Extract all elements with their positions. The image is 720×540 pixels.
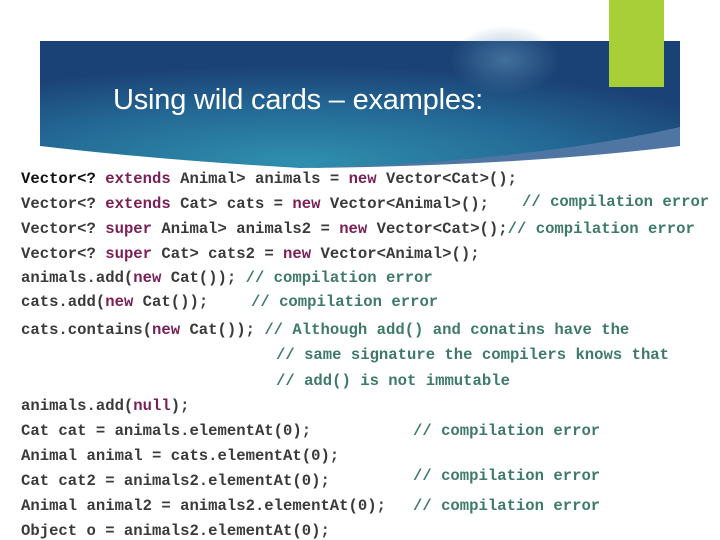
code-text: cats.add(: [21, 293, 106, 311]
code-comment: // Although add() and conatins have the: [264, 321, 630, 339]
code-side-comment: // compilation error: [413, 422, 601, 440]
code-text: Animal> animals2 =: [152, 220, 340, 238]
code-text: cats.contains(: [21, 321, 153, 339]
code-line: animals.add(new Cat()); // compilation e…: [21, 269, 433, 287]
code-line: Object o = animals2.elementAt(0);: [21, 522, 330, 540]
code-text: Vector<?: [21, 195, 106, 213]
code-text: Animal animal2 = animals2.elementAt(0);: [21, 497, 386, 515]
code-text: Cat());: [133, 293, 209, 311]
code-keyword: new: [152, 321, 181, 339]
code-text: Cat cat = animals.elementAt(0);: [21, 422, 312, 440]
code-line: cats.add(new Cat());: [21, 293, 208, 311]
code-text: Cat> cats =: [170, 195, 293, 213]
code-keyword: super: [105, 245, 153, 263]
code-block: Vector<? extends Animal> animals = new V…: [0, 0, 720, 540]
code-comment: // compilation error: [507, 220, 695, 238]
code-line: animals.add(null);: [21, 397, 189, 415]
code-line: // same signature the compilers knows th…: [276, 346, 669, 364]
code-text: Vector<?: [21, 170, 106, 188]
code-line: Cat cat = animals.elementAt(0);: [21, 422, 311, 440]
code-line: Animal animal2 = animals2.elementAt(0);: [21, 497, 386, 515]
code-text: Cat cat2 = animals2.elementAt(0);: [21, 472, 330, 490]
code-text: animals.add(: [21, 397, 134, 415]
code-text: Vector<Animal>();: [311, 245, 480, 263]
code-keyword: new: [133, 269, 162, 287]
code-comment: // add() is not immutable: [276, 372, 510, 390]
code-text: Cat());: [161, 269, 246, 287]
code-text: Object o = animals2.elementAt(0);: [21, 522, 330, 540]
code-text: Animal animal = cats.elementAt(0);: [21, 447, 340, 465]
code-line: Vector<? super Cat> cats2 = new Vector<A…: [21, 245, 480, 263]
code-side-comment: // compilation error: [413, 467, 601, 485]
code-line: cats.contains(new Cat()); // Although ad…: [21, 321, 629, 339]
code-side-comment: // compilation error: [413, 497, 601, 515]
code-line: Vector<? extends Cat> cats = new Vector<…: [21, 195, 489, 213]
code-text: animals.add(: [21, 269, 134, 287]
code-text: Vector<Animal>();: [320, 195, 489, 213]
code-text: Animal> animals =: [170, 170, 349, 188]
code-text: Cat());: [180, 321, 265, 339]
code-line: // add() is not immutable: [276, 372, 510, 390]
code-line: Cat cat2 = animals2.elementAt(0);: [21, 472, 330, 490]
code-comment: // same signature the compilers knows th…: [276, 346, 670, 364]
code-line: Vector<? extends Animal> animals = new V…: [21, 170, 517, 188]
code-text: Vector<Cat>();: [367, 220, 508, 238]
code-text: Vector<?: [21, 220, 106, 238]
code-text: Cat> cats2 =: [152, 245, 284, 263]
code-comment: // compilation error: [245, 269, 433, 287]
code-text: );: [170, 397, 190, 415]
code-side-comment: // compilation error: [251, 293, 439, 311]
code-text: Vector<?: [21, 245, 106, 263]
code-line: Animal animal = cats.elementAt(0);: [21, 447, 339, 465]
code-keyword: extends: [105, 170, 171, 188]
code-keyword: super: [105, 220, 153, 238]
code-keyword: new: [292, 195, 321, 213]
code-keyword: new: [105, 293, 134, 311]
code-keyword: null: [133, 397, 171, 415]
code-line: Vector<? super Animal> animals2 = new Ve…: [21, 220, 695, 238]
code-side-comment: // compilation error: [522, 193, 710, 211]
code-text: Vector<Cat>();: [376, 170, 518, 188]
code-keyword: new: [348, 170, 377, 188]
code-keyword: new: [339, 220, 368, 238]
code-keyword: extends: [105, 195, 171, 213]
code-keyword: new: [283, 245, 312, 263]
